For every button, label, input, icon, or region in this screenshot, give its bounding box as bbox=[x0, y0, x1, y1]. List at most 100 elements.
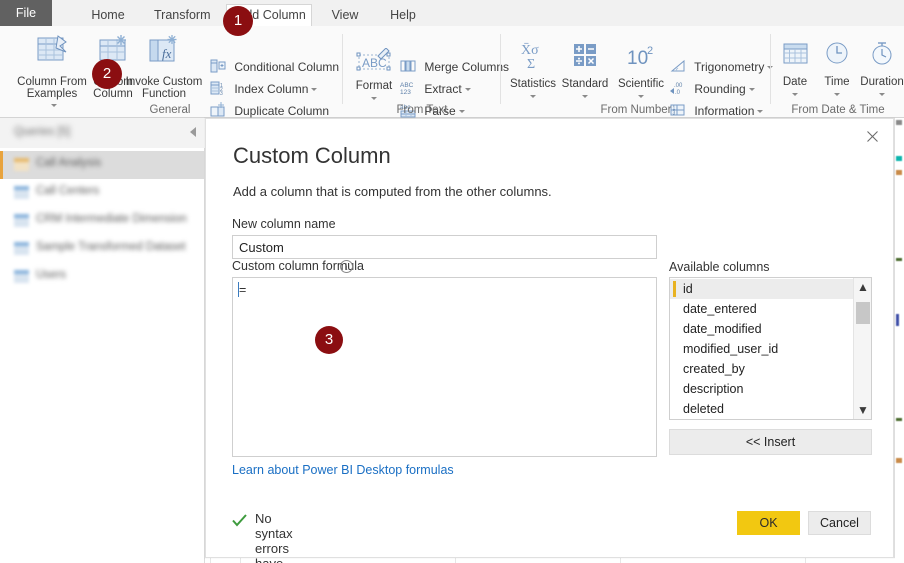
syntax-status-text: No syntax errors have been detected. bbox=[255, 511, 293, 563]
column-name: description bbox=[683, 382, 744, 396]
power-bi-query-editor-window: File Home Transform Add Column View Help bbox=[0, 0, 904, 563]
query-table-icon bbox=[14, 242, 29, 255]
available-columns-list[interactable]: id date_entered date_modified modified_u… bbox=[669, 277, 872, 420]
standard-label: Standard bbox=[561, 78, 609, 90]
annotation-badge-2-number: 2 bbox=[102, 65, 112, 82]
column-list-item[interactable]: id bbox=[670, 279, 853, 299]
selection-marker bbox=[673, 281, 676, 297]
scientific-icon: 10 2 bbox=[610, 40, 672, 75]
merge-columns-icon bbox=[400, 58, 416, 74]
tab-transform[interactable]: Transform bbox=[144, 4, 220, 26]
info-icon[interactable]: i bbox=[340, 260, 353, 273]
grid-pixel bbox=[896, 156, 902, 161]
conditional-column-button[interactable]: Conditional Column bbox=[210, 58, 339, 76]
scroll-up-icon[interactable]: ▲ bbox=[854, 278, 871, 296]
query-table-icon bbox=[14, 186, 29, 199]
duration-button[interactable]: Duration bbox=[856, 40, 904, 101]
chevron-down-icon[interactable] bbox=[814, 89, 860, 101]
format-abc-pencil-icon: ABC bbox=[348, 47, 400, 77]
statistics-button[interactable]: X̄σ Σ Statistics bbox=[504, 40, 562, 103]
column-list-item[interactable]: deleted bbox=[670, 399, 853, 419]
close-button[interactable] bbox=[858, 124, 888, 150]
chevron-down-icon[interactable] bbox=[748, 88, 755, 92]
columns-scrollbar[interactable]: ▲ ▼ bbox=[853, 278, 871, 419]
svg-text:ABC: ABC bbox=[400, 82, 414, 89]
tab-view[interactable]: View bbox=[320, 4, 370, 26]
svg-text:Σ: Σ bbox=[527, 57, 535, 72]
collapse-pane-icon[interactable] bbox=[190, 127, 196, 137]
scientific-button[interactable]: 10 2 Scientific bbox=[610, 40, 672, 103]
standard-button[interactable]: Standard bbox=[556, 40, 614, 103]
scrollbar-thumb[interactable] bbox=[856, 302, 870, 324]
custom-column-dialog: Custom Column Add a column that is compu… bbox=[205, 118, 894, 563]
standard-operators-icon bbox=[556, 40, 614, 75]
grid-pixel bbox=[896, 418, 902, 421]
column-list-item[interactable]: date_modified bbox=[670, 319, 853, 339]
chevron-down-icon[interactable] bbox=[772, 89, 818, 101]
insert-button[interactable]: << Insert bbox=[669, 429, 872, 455]
checkmark-icon bbox=[232, 514, 247, 527]
queries-header-label: Queries [5] bbox=[14, 126, 71, 138]
extract-abc123-icon: ABC 123 bbox=[400, 80, 416, 96]
ribbon-group-from-date-time: Date Time Duration From Date & Time bbox=[772, 26, 904, 118]
format-button[interactable]: ABC Format bbox=[348, 47, 400, 105]
scroll-down-icon[interactable]: ▼ bbox=[854, 401, 871, 419]
chevron-down-icon[interactable] bbox=[856, 89, 904, 101]
tab-file[interactable]: File bbox=[0, 0, 52, 26]
grid-pixel bbox=[896, 314, 899, 326]
cancel-button[interactable]: Cancel bbox=[808, 511, 871, 535]
formula-editor[interactable]: = bbox=[232, 277, 657, 457]
rounding-icon: .00 .0 bbox=[670, 80, 686, 96]
chevron-down-icon[interactable] bbox=[610, 91, 672, 103]
annotation-badge-1: 1 bbox=[223, 6, 253, 36]
chevron-down-icon[interactable] bbox=[556, 91, 614, 103]
grid-column-divider bbox=[455, 558, 456, 563]
column-list-item[interactable]: date_entered bbox=[670, 299, 853, 319]
query-item-label: Sample Transformed Dataset bbox=[36, 241, 186, 253]
query-list-item[interactable]: CRM Intermediate Dimension bbox=[0, 207, 205, 235]
annotation-badge-1-number: 1 bbox=[233, 12, 243, 29]
column-list-item[interactable]: assigned_user_id bbox=[670, 419, 853, 420]
query-list-item[interactable]: Call Centers bbox=[0, 179, 205, 207]
date-button[interactable]: Date bbox=[772, 40, 818, 101]
annotation-badge-3-number: 3 bbox=[324, 331, 334, 348]
chevron-down-icon[interactable] bbox=[504, 91, 562, 103]
ribbon-group-from-text-label: From Text bbox=[396, 104, 448, 116]
chevron-down-icon[interactable] bbox=[50, 104, 57, 108]
invoke-custom-function-label-line1: Invoke Custom bbox=[125, 76, 203, 88]
ok-button[interactable]: OK bbox=[737, 511, 800, 535]
column-list-item[interactable]: modified_user_id bbox=[670, 339, 853, 359]
column-list-item[interactable]: description bbox=[670, 379, 853, 399]
chevron-down-icon[interactable] bbox=[311, 88, 318, 92]
grid-pixel bbox=[896, 458, 902, 463]
column-name: modified_user_id bbox=[683, 342, 779, 356]
statistics-label: Statistics bbox=[509, 78, 556, 90]
tab-home[interactable]: Home bbox=[80, 4, 136, 26]
column-name: id bbox=[683, 282, 693, 296]
index-column-button[interactable]: 1 2 3 Index Column bbox=[210, 80, 318, 98]
query-list-item[interactable]: Users bbox=[0, 263, 205, 291]
svg-text:.0: .0 bbox=[675, 90, 681, 96]
column-list-item[interactable]: created_by bbox=[670, 359, 853, 379]
rounding-button[interactable]: .00 .0 Rounding bbox=[670, 80, 755, 98]
trigonometry-button[interactable]: Trigonometry bbox=[670, 58, 774, 76]
new-column-name-input[interactable] bbox=[232, 235, 657, 259]
invoke-custom-function-button[interactable]: fx Invoke Custom Function bbox=[118, 34, 210, 100]
calendar-icon bbox=[772, 40, 818, 73]
time-label: Time bbox=[824, 76, 850, 88]
ribbon-group-general: Column From Examples Column fx Invoke Cu… bbox=[0, 26, 342, 118]
chevron-down-icon[interactable] bbox=[464, 88, 471, 92]
merge-columns-button[interactable]: Merge Columns bbox=[400, 58, 509, 76]
date-label: Date bbox=[782, 76, 808, 88]
query-list-item[interactable]: Sample Transformed Dataset bbox=[0, 235, 205, 263]
tab-help[interactable]: Help bbox=[378, 4, 428, 26]
query-list-item[interactable]: Call Analysis bbox=[0, 151, 205, 179]
available-columns-label: Available columns bbox=[669, 260, 770, 274]
learn-formulas-link[interactable]: Learn about Power BI Desktop formulas bbox=[232, 463, 454, 477]
grid-column-divider bbox=[240, 558, 241, 563]
query-item-label: Call Analysis bbox=[36, 157, 102, 169]
rounding-label: Rounding bbox=[694, 82, 746, 96]
extract-button[interactable]: ABC 123 Extract bbox=[400, 80, 471, 98]
time-button[interactable]: Time bbox=[814, 40, 860, 101]
ribbon-group-from-number: X̄σ Σ Statistics Standard 10 2 Scientifi… bbox=[502, 26, 774, 118]
